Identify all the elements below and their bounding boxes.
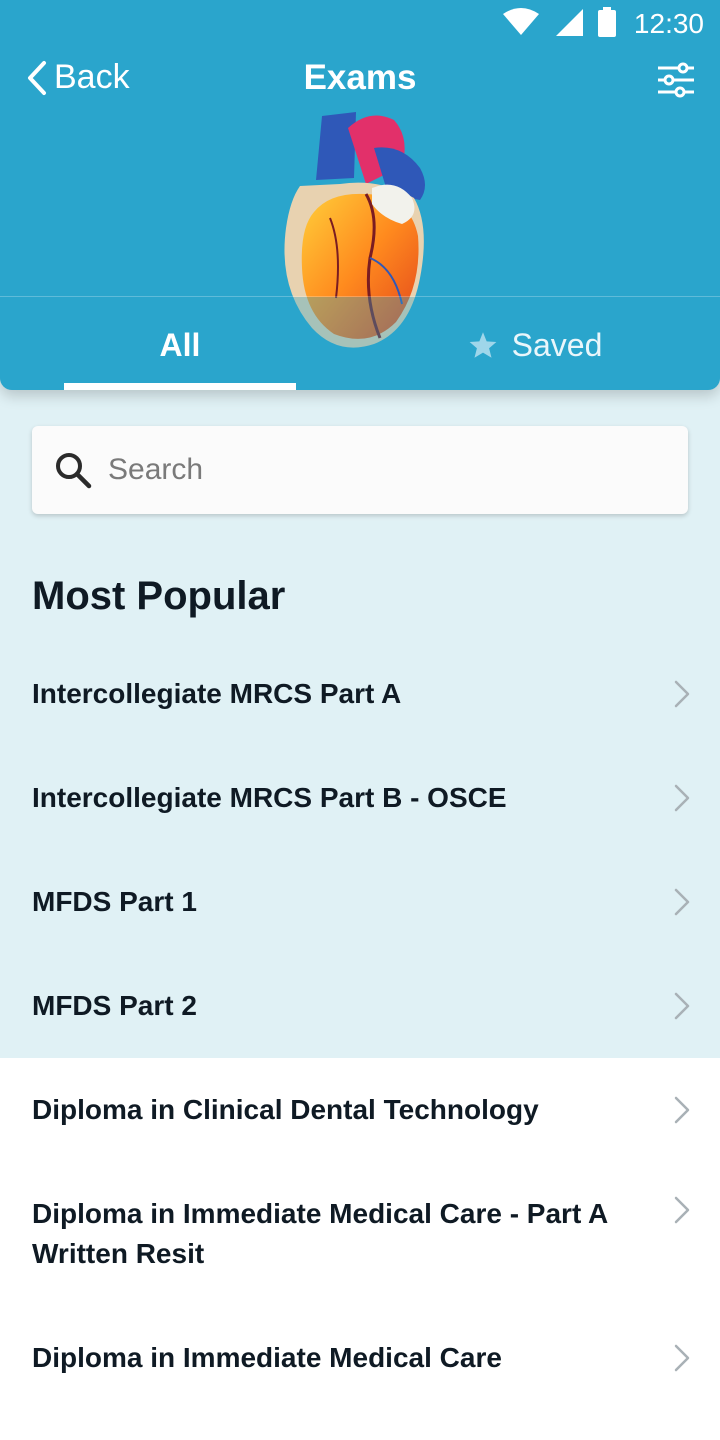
chevron-right-icon <box>674 680 690 708</box>
battery-icon <box>597 6 616 42</box>
tab-all[interactable]: All <box>64 320 296 370</box>
cellular-signal-icon <box>554 7 584 42</box>
chevron-right-icon <box>674 784 690 812</box>
list-item[interactable]: Diploma in Immediate Medical Care <box>0 1306 720 1410</box>
filter-settings-button[interactable] <box>656 62 696 103</box>
chevron-right-icon <box>674 1344 690 1372</box>
sliders-icon <box>658 62 694 98</box>
list-item[interactable]: MFDS Part 2 <box>0 954 720 1058</box>
status-time: 12:30 <box>633 8 704 39</box>
chevron-right-icon <box>674 992 690 1020</box>
star-icon <box>469 332 497 358</box>
back-button[interactable]: Back <box>26 58 130 97</box>
tab-all-label: All <box>159 326 201 363</box>
chevron-left-icon <box>28 60 46 95</box>
list-item[interactable]: Diploma in Immediate Medical Care - Part… <box>0 1162 720 1306</box>
list-item-label: MFDS Part 2 <box>32 990 197 1021</box>
list-item-label: Diploma in Clinical Dental Technology <box>32 1094 539 1125</box>
list-item-label: Intercollegiate MRCS Part A <box>32 678 402 709</box>
list-item[interactable]: MFDS Part 1 <box>0 850 720 954</box>
selected-tab-indicator <box>64 383 296 390</box>
list-item[interactable]: Diploma in Clinical Dental Technology <box>0 1058 720 1162</box>
list-item-label: Intercollegiate MRCS Part B - OSCE <box>32 782 507 813</box>
list-item-label: Diploma in Immediate Medical Care <box>32 1342 502 1373</box>
chevron-right-icon <box>674 888 690 916</box>
back-label: Back <box>54 58 130 96</box>
exam-list: Intercollegiate MRCS Part A Intercollegi… <box>0 642 720 1410</box>
search-icon <box>56 453 92 489</box>
tab-saved-label: Saved <box>511 326 603 363</box>
list-item[interactable]: Intercollegiate MRCS Part B - OSCE <box>0 746 720 850</box>
search-input[interactable] <box>108 453 648 487</box>
chevron-right-icon <box>674 1196 690 1224</box>
status-bar: 12:30 <box>502 0 720 48</box>
app-header: 12:30 Back Exams All Saved <box>0 0 720 390</box>
search-bar[interactable] <box>32 426 688 514</box>
list-item-label: Diploma in Immediate Medical Care - Part… <box>32 1198 608 1269</box>
tab-saved[interactable]: Saved <box>440 320 630 370</box>
chevron-right-icon <box>674 1096 690 1124</box>
list-item[interactable]: Intercollegiate MRCS Part A <box>0 642 720 746</box>
wifi-icon <box>502 7 540 41</box>
section-title: Most Popular <box>32 574 286 618</box>
list-item-label: MFDS Part 1 <box>32 886 197 917</box>
